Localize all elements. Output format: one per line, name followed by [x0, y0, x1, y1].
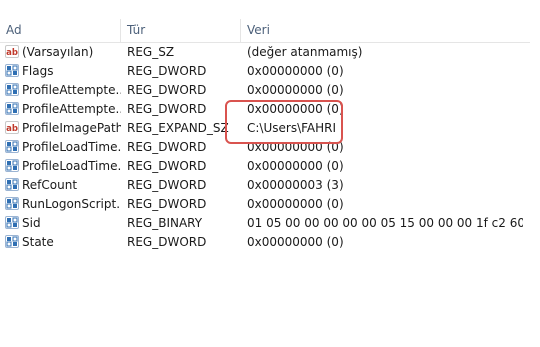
binary-value-icon [5, 197, 19, 210]
value-data: 0x00000000 (0) [247, 64, 344, 78]
value-type: REG_DWORD [127, 235, 207, 249]
value-name-cell[interactable]: Sid [5, 214, 121, 233]
value-type: REG_DWORD [127, 197, 207, 211]
value-type: REG_BINARY [127, 216, 203, 230]
value-data: 0x00000000 (0) [247, 83, 344, 97]
string-value-icon: ab [5, 45, 19, 58]
binary-value-icon [5, 235, 19, 248]
registry-value-row[interactable]: ab (Varsayılan) REG_SZ (değer atanmamış) [0, 43, 530, 62]
value-name: RunLogonScript... [22, 197, 121, 211]
value-data: 0x00000000 (0) [247, 102, 344, 116]
value-type: REG_DWORD [127, 102, 207, 116]
column-header: Ad Tür Veri [0, 19, 530, 43]
value-name: RefCount [22, 178, 78, 192]
registry-value-row[interactable]: ProfileAttempte... REG_DWORD 0x00000000 (0… [0, 81, 530, 100]
binary-value-icon [5, 178, 19, 191]
value-data: 01 05 00 00 00 00 00 05 15 00 00 00 1f c… [247, 216, 523, 230]
value-name: Sid [22, 216, 41, 230]
value-name-cell[interactable]: ProfileLoadTime... [5, 138, 121, 157]
binary-value-icon [5, 159, 19, 172]
value-name: ProfileImagePath [22, 121, 121, 135]
value-name: (Varsayılan) [22, 45, 94, 59]
value-name-cell[interactable]: ProfileAttempte... [5, 100, 121, 119]
value-data: 0x00000000 (0) [247, 159, 344, 173]
column-header-data[interactable]: Veri [241, 19, 530, 42]
value-type: REG_DWORD [127, 140, 207, 154]
value-data: (değer atanmamış) [247, 45, 363, 59]
binary-value-icon [5, 83, 19, 96]
registry-value-row[interactable]: Flags REG_DWORD 0x00000000 (0) [0, 62, 530, 81]
value-data: 0x00000000 (0) [247, 197, 344, 211]
binary-value-icon [5, 140, 19, 153]
value-name: ProfileAttempte... [22, 83, 121, 97]
value-type: REG_EXPAND_SZ [127, 121, 229, 135]
value-name: State [22, 235, 54, 249]
registry-value-row[interactable]: State REG_DWORD 0x00000000 (0) [0, 233, 530, 252]
value-name-cell[interactable]: Flags [5, 62, 121, 81]
value-type: REG_DWORD [127, 83, 207, 97]
value-name: ProfileLoadTime... [22, 159, 121, 173]
registry-value-row[interactable]: ProfileLoadTime... REG_DWORD 0x00000000 (0… [0, 157, 530, 176]
value-data: 0x00000000 (0) [247, 235, 344, 249]
registry-values-pane: Ad Tür Veri ab (Varsayılan) REG_SZ (değer a… [0, 0, 540, 347]
binary-value-icon [5, 216, 19, 229]
values-list: ab (Varsayılan) REG_SZ (değer atanmamış) Fla… [0, 43, 530, 252]
registry-value-row[interactable]: RefCount REG_DWORD 0x00000003 (3) [0, 176, 530, 195]
svg-text:ab: ab [6, 124, 18, 134]
value-name-cell[interactable]: RefCount [5, 176, 121, 195]
column-header-name[interactable]: Ad [0, 19, 121, 42]
svg-text:ab: ab [6, 48, 18, 58]
value-name-cell[interactable]: ab (Varsayılan) [5, 43, 121, 62]
value-type: REG_SZ [127, 45, 175, 59]
registry-value-row[interactable]: RunLogonScript... REG_DWORD 0x00000000 (0) [0, 195, 530, 214]
value-data: 0x00000000 (0) [247, 140, 344, 154]
value-type: REG_DWORD [127, 64, 207, 78]
value-name-cell[interactable]: RunLogonScript... [5, 195, 121, 214]
value-name-cell[interactable]: ProfileAttempte... [5, 81, 121, 100]
value-data: C:\Users\FAHRI [247, 121, 337, 135]
value-name-cell[interactable]: ProfileLoadTime... [5, 157, 121, 176]
string-value-icon: ab [5, 121, 19, 134]
binary-value-icon [5, 102, 19, 115]
value-type: REG_DWORD [127, 159, 207, 173]
value-type: REG_DWORD [127, 178, 207, 192]
value-name-cell[interactable]: ab ProfileImagePath [5, 119, 121, 138]
value-data: 0x00000003 (3) [247, 178, 344, 192]
registry-value-row[interactable]: Sid REG_BINARY 01 05 00 00 00 00 00 05 15 … [0, 214, 530, 233]
value-name: ProfileAttempte... [22, 102, 121, 116]
registry-value-row[interactable]: ProfileLoadTime... REG_DWORD 0x00000000 (0… [0, 138, 530, 157]
column-header-type[interactable]: Tür [121, 19, 241, 42]
value-name: Flags [22, 64, 54, 78]
value-name: ProfileLoadTime... [22, 140, 121, 154]
registry-value-row[interactable]: ab ProfileImagePath REG_EXPAND_SZ C:\Users\… [0, 119, 530, 138]
binary-value-icon [5, 64, 19, 77]
value-name-cell[interactable]: State [5, 233, 121, 252]
registry-value-row[interactable]: ProfileAttempte... REG_DWORD 0x00000000 (0… [0, 100, 530, 119]
